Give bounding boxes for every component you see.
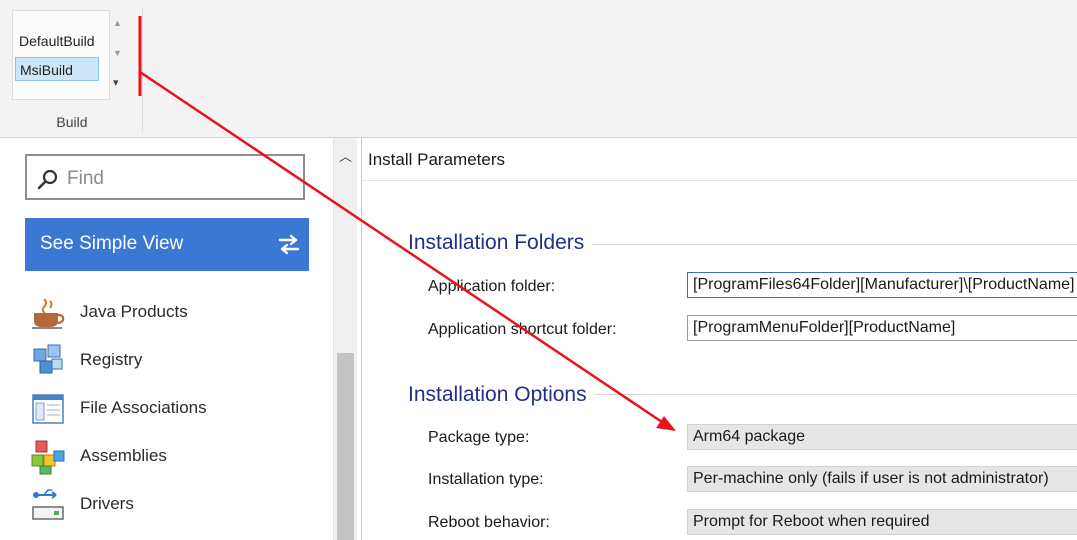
left-panel-scrollbar[interactable]: ︿ — [333, 138, 357, 540]
sidebar-item-drivers[interactable]: Drivers — [30, 485, 330, 525]
assemblies-blocks-icon — [31, 440, 65, 475]
gallery-item-defaultbuild[interactable]: DefaultBuild — [15, 29, 99, 53]
gallery-scroll-down-icon[interactable]: ▼ — [113, 48, 122, 58]
see-simple-view-button[interactable]: See Simple View — [25, 218, 309, 271]
ribbon-group-separator — [142, 8, 143, 132]
chevron-up-icon[interactable]: ︿ — [339, 146, 352, 165]
application-shortcut-folder-field[interactable]: [ProgramMenuFolder][ProductName] — [687, 315, 1077, 341]
registry-cubes-icon — [33, 344, 63, 374]
gallery-scrollbar[interactable]: ▲ ▼ ▾ — [110, 12, 124, 98]
installation-type-dropdown[interactable]: Per-machine only (fails if user is not a… — [687, 466, 1077, 492]
sidebar-item-label: Assemblies — [80, 446, 167, 465]
sidebar-item-assemblies[interactable]: Assemblies — [30, 437, 330, 477]
field-label-reboot-behavior: Reboot behavior: — [428, 514, 550, 531]
section-title-installation-options: Installation Options — [408, 383, 595, 407]
field-label-application-shortcut-folder: Application shortcut folder: — [428, 321, 617, 338]
section-title-installation-folders: Installation Folders — [408, 231, 593, 255]
page-title: Install Parameters — [368, 150, 505, 169]
application-folder-field[interactable]: [ProgramFiles64Folder][Manufacturer]\[Pr… — [687, 272, 1077, 298]
ribbon-group-label: Build — [56, 114, 88, 130]
sidebar-item-label: Java Products — [80, 302, 188, 321]
field-label-application-folder: Application folder: — [428, 278, 556, 295]
gallery-scroll-up-icon[interactable]: ▲ — [113, 18, 122, 28]
reboot-behavior-dropdown[interactable]: Prompt for Reboot when required — [687, 509, 1077, 535]
install-parameters-panel: Install Parameters Installation Folders … — [361, 138, 1077, 540]
scrollbar-thumb[interactable] — [337, 353, 354, 540]
search-placeholder: Find — [67, 168, 104, 189]
left-navigation-panel: Find See Simple View Java Products Regis… — [0, 138, 357, 540]
swap-arrows-icon — [278, 234, 300, 255]
sidebar-item-label: File Associations — [80, 398, 207, 417]
file-associations-icon — [32, 394, 64, 424]
gallery-expand-icon[interactable]: ▾ — [113, 76, 119, 89]
usb-driver-icon — [32, 489, 64, 520]
search-icon — [37, 169, 58, 190]
title-divider — [362, 180, 1077, 181]
package-type-dropdown[interactable]: Arm64 package — [687, 424, 1077, 450]
sidebar-item-label: Drivers — [80, 494, 134, 513]
search-input[interactable]: Find — [25, 154, 305, 200]
gallery-item-msibuild[interactable]: MsiBuild — [15, 57, 99, 81]
see-simple-view-label: See Simple View — [40, 233, 184, 254]
field-label-installation-type: Installation type: — [428, 471, 544, 488]
sidebar-item-registry[interactable]: Registry — [30, 341, 330, 381]
sidebar-item-file-associations[interactable]: File Associations — [30, 389, 330, 429]
build-gallery[interactable]: DefaultBuild MsiBuild — [12, 10, 110, 100]
ribbon: DefaultBuild MsiBuild ▲ ▼ ▾ Build — [0, 0, 1077, 138]
java-cup-icon — [32, 298, 65, 329]
sidebar-item-java-products[interactable]: Java Products — [30, 293, 330, 333]
sidebar-item-label: Registry — [80, 350, 143, 369]
field-label-package-type: Package type: — [428, 429, 530, 446]
